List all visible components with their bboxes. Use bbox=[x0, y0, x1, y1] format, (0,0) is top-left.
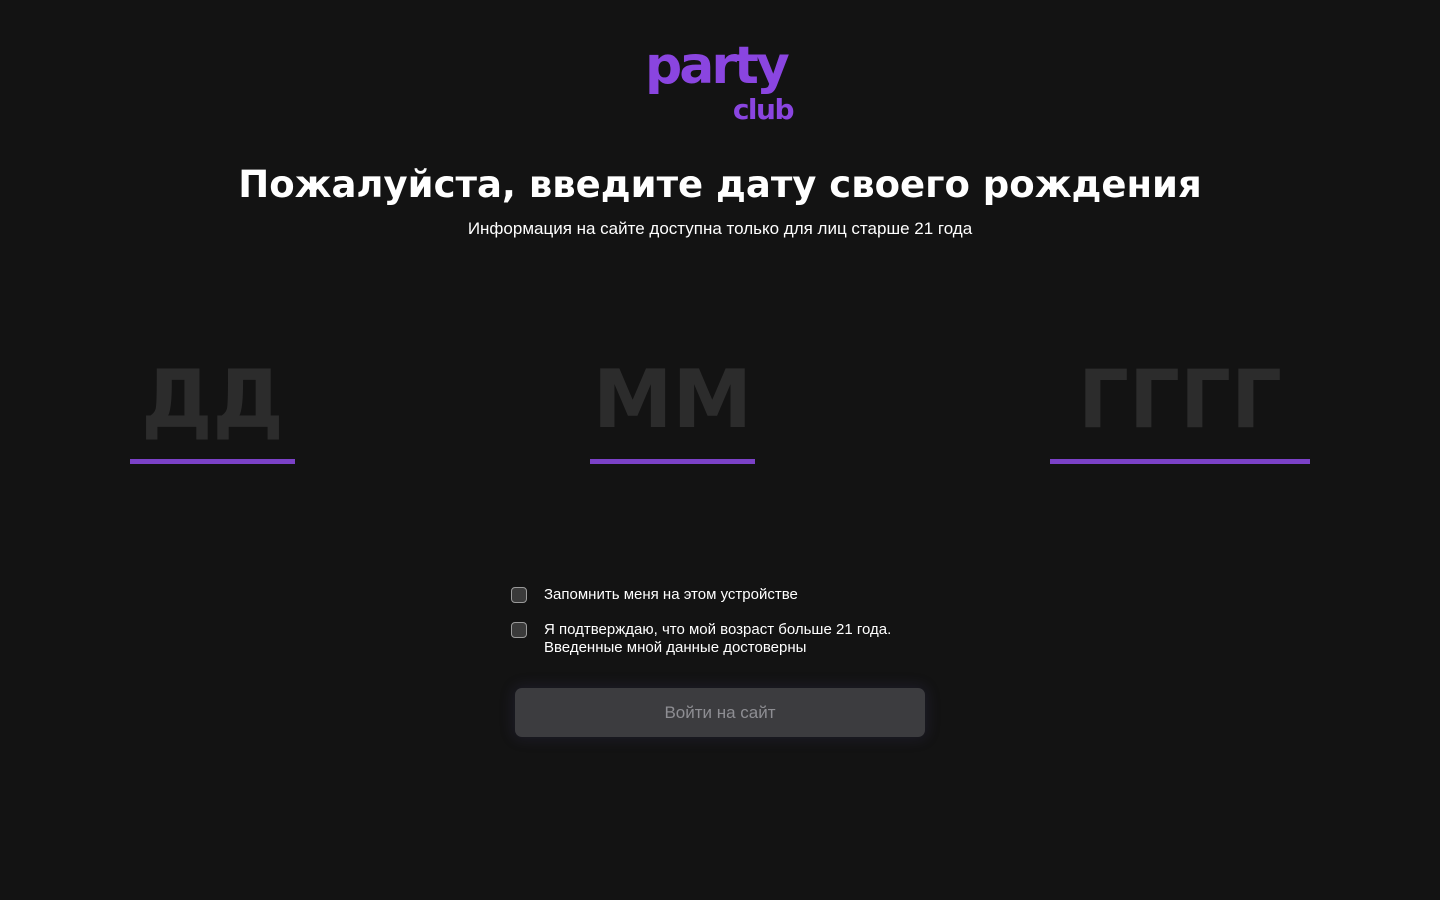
confirm-age-label-line1: Я подтверждаю, что мой возраст больше 21… bbox=[544, 621, 892, 638]
year-underline bbox=[1050, 459, 1310, 464]
year-field bbox=[1050, 340, 1310, 464]
remember-me-label: Запомнить меня на этом устройстве bbox=[544, 586, 798, 603]
year-input[interactable] bbox=[1050, 340, 1310, 458]
remember-me-checkbox[interactable] bbox=[511, 587, 527, 603]
month-underline bbox=[590, 459, 755, 464]
month-input[interactable] bbox=[590, 340, 755, 458]
consent-checkboxes: Запомнить меня на этом устройстве Я подт… bbox=[511, 586, 951, 657]
page-title: Пожалуйста, введите дату своего рождения bbox=[238, 163, 1202, 206]
month-field bbox=[590, 340, 755, 464]
logo-word-club: club bbox=[732, 93, 795, 126]
day-input[interactable] bbox=[130, 340, 295, 458]
day-underline bbox=[130, 459, 295, 464]
page-subtitle: Информация на сайте доступна только для … bbox=[467, 219, 973, 238]
enter-site-button[interactable]: Войти на сайт bbox=[515, 688, 925, 737]
party-club-logo: party club bbox=[645, 36, 797, 132]
day-field bbox=[130, 340, 295, 464]
remember-me-option[interactable]: Запомнить меня на этом устройстве bbox=[511, 586, 951, 604]
confirm-age-checkbox[interactable] bbox=[511, 622, 527, 638]
confirm-age-label-line2: Введенные мной данные достоверны bbox=[544, 639, 807, 656]
logo-word-party: party bbox=[645, 36, 790, 96]
age-gate-page: party club Пожалуйста, введите дату свое… bbox=[0, 0, 1440, 900]
confirm-age-option[interactable]: Я подтверждаю, что мой возраст больше 21… bbox=[511, 621, 951, 657]
